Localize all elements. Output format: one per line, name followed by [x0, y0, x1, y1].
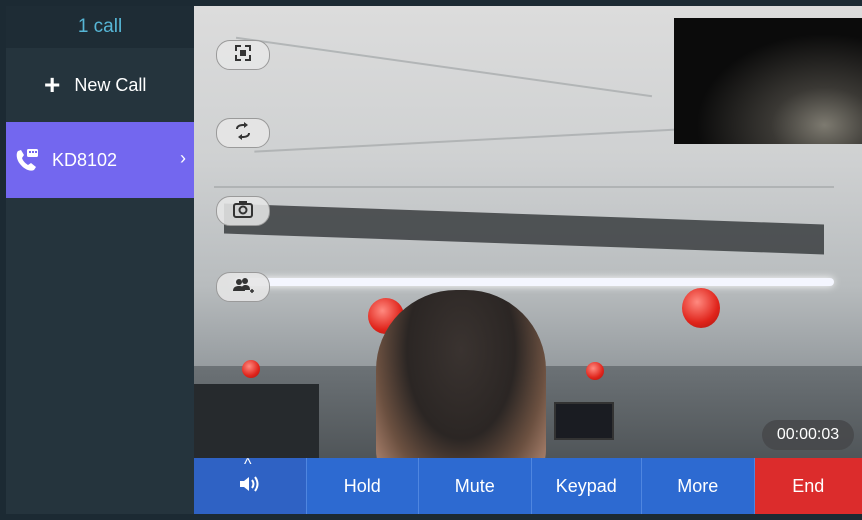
active-call-item[interactable]: KD8102 ›: [6, 122, 194, 198]
volume-button[interactable]: ^: [194, 456, 307, 514]
add-participant-icon: [232, 274, 254, 301]
red-lantern: [682, 288, 720, 328]
call-timer-value: 00:00:03: [776, 426, 840, 443]
call-count-header: 1 call: [6, 6, 194, 48]
call-list-sidebar: 1 call + New Call KD8102 ›: [6, 6, 194, 514]
call-timer: 00:00:03: [762, 420, 854, 450]
call-toolbar: ^ Hold Mute Keypad More End: [194, 456, 862, 514]
hold-label: Hold: [343, 475, 381, 496]
self-view-pip[interactable]: [674, 18, 862, 144]
video-call-icon: [12, 145, 42, 175]
mute-label: Mute: [454, 475, 495, 496]
ceiling-light: [234, 278, 834, 286]
red-lantern: [586, 362, 604, 380]
swap-icon: [232, 120, 254, 147]
desk: [194, 384, 319, 464]
hold-button[interactable]: Hold: [306, 458, 419, 514]
swap-button[interactable]: [216, 118, 270, 148]
plus-icon: +: [44, 69, 61, 100]
fullscreen-button[interactable]: [216, 40, 270, 70]
ceiling-beam: [224, 203, 824, 255]
new-call-button[interactable]: + New Call: [6, 48, 194, 122]
ceiling-line: [214, 186, 834, 188]
call-count-label: 1 call: [77, 16, 123, 37]
active-call-name: KD8102: [52, 149, 118, 170]
monitor: [554, 402, 614, 440]
chevron-right-icon: ›: [180, 148, 186, 168]
keypad-label: Keypad: [555, 475, 617, 496]
keypad-button[interactable]: Keypad: [531, 458, 642, 514]
end-label: End: [792, 475, 825, 496]
end-call-button[interactable]: End: [754, 458, 862, 514]
speaker-icon: [237, 473, 263, 500]
ceiling-line: [235, 36, 653, 98]
new-call-label: New Call: [74, 74, 147, 95]
chevron-up-icon: ^: [244, 456, 252, 473]
more-label: More: [677, 475, 719, 496]
add-participant-button[interactable]: [216, 272, 270, 302]
mute-button[interactable]: Mute: [419, 458, 532, 514]
call-screen: 1 call + New Call KD8102 › 00:00:03 ^ Ho…: [0, 0, 862, 520]
more-button[interactable]: More: [642, 458, 755, 514]
fullscreen-icon: [232, 42, 254, 69]
snapshot-button[interactable]: [216, 196, 270, 226]
camera-icon: [232, 198, 254, 225]
main-video-feed: 00:00:03: [194, 6, 862, 514]
red-lantern: [242, 360, 260, 378]
